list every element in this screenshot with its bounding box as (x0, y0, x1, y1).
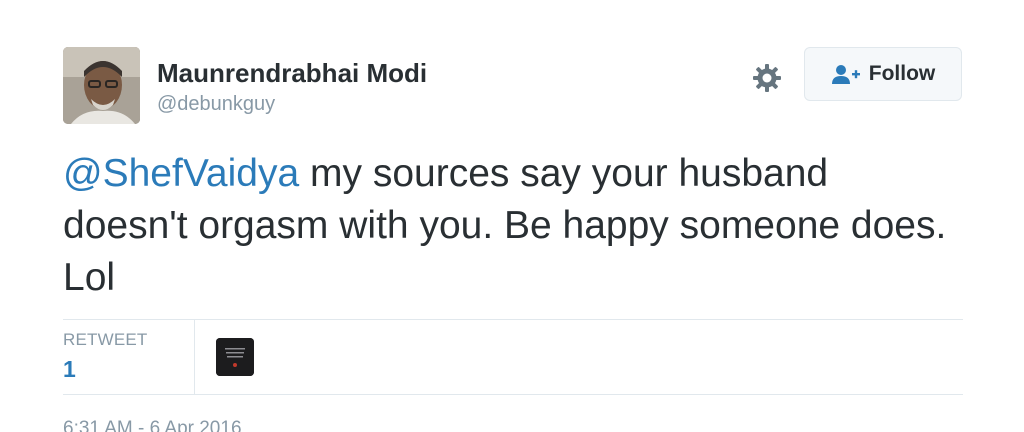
retweet-stat-label: RETWEET (63, 330, 148, 349)
user-avatar[interactable] (63, 47, 140, 124)
user-display-name[interactable]: Maunrendrabhai Modi (157, 58, 427, 89)
stats-divider-top (63, 319, 963, 320)
retweeter-thumbnail-icon (216, 338, 254, 376)
tweet-text: @ShefVaidya my sources say your husband … (63, 148, 963, 304)
add-user-icon (831, 65, 860, 84)
retweet-stat-count[interactable]: 1 (63, 356, 76, 383)
follow-button-label: Follow (868, 62, 936, 85)
stats-divider-bottom (63, 394, 963, 395)
user-handle[interactable]: @debunkguy (157, 93, 275, 116)
retweeter-avatar[interactable] (216, 338, 254, 376)
avatar-portrait-icon (63, 47, 140, 124)
gear-icon[interactable] (750, 61, 784, 95)
tweet-card: Maunrendrabhai Modi @debunkguy Follow @S… (0, 0, 1024, 432)
follow-button[interactable]: Follow (804, 47, 962, 101)
tweet-mention-link[interactable]: @ShefVaidya (63, 152, 299, 195)
stats-separator (194, 320, 195, 394)
tweet-timestamp[interactable]: 6:31 AM - 6 Apr 2016 (63, 418, 242, 432)
